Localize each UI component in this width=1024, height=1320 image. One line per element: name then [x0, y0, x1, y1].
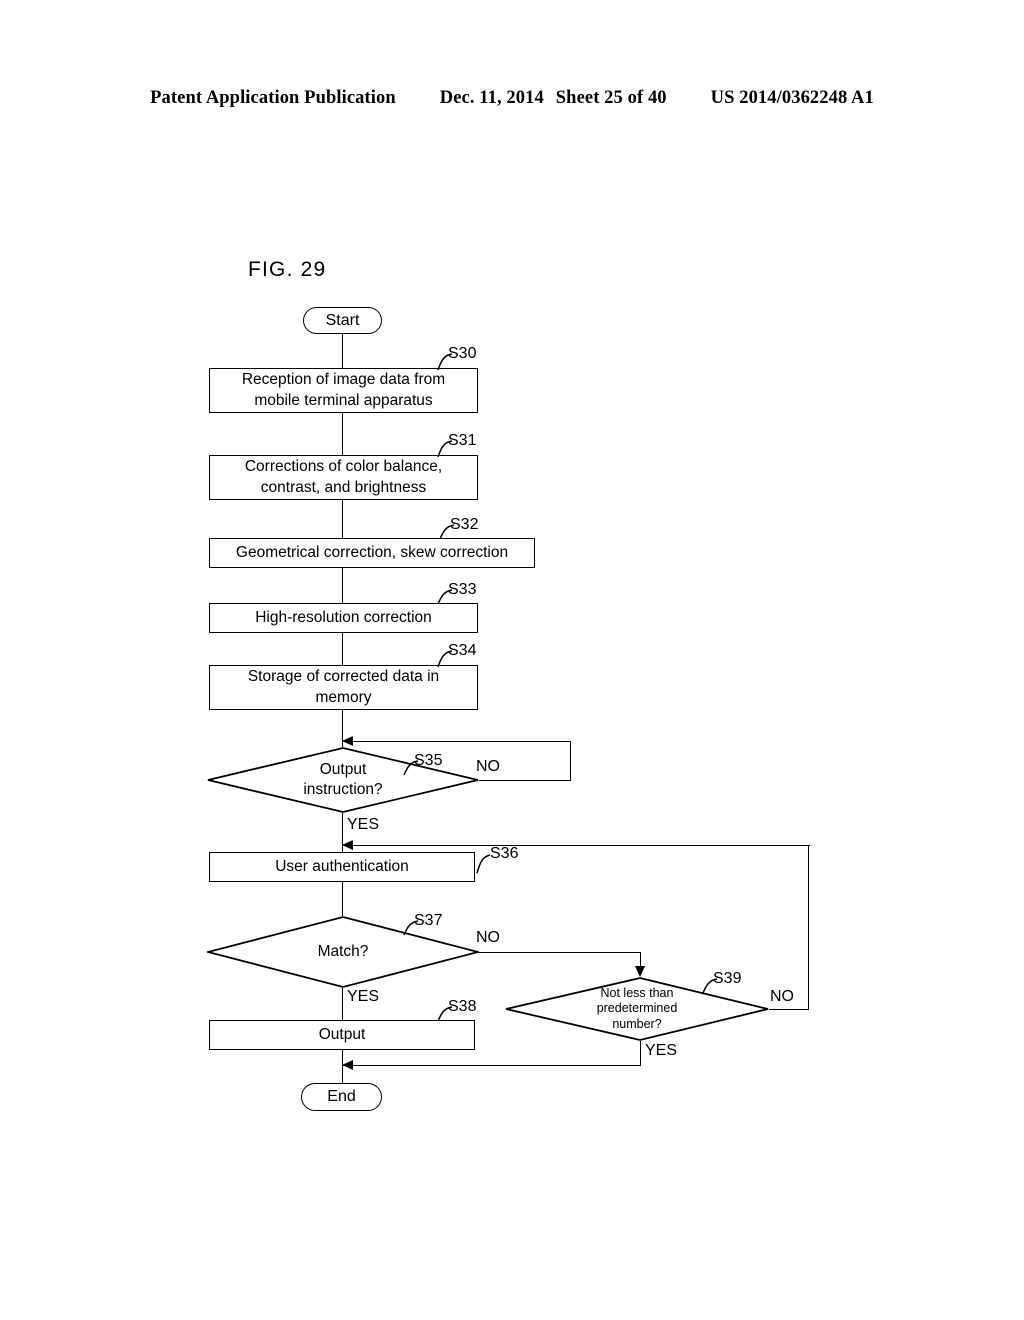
- end-node: End: [301, 1083, 382, 1111]
- leader-s36: [476, 854, 491, 874]
- process-s34-label: Storage of corrected data in memory: [247, 668, 440, 706]
- branch-label-s37-yes: YES: [347, 988, 380, 1005]
- branch-label-s35-yes: YES: [347, 816, 380, 833]
- connector-s37-yes: [342, 988, 343, 1020]
- connector-s33-to-s34: [342, 633, 343, 665]
- process-s30: Reception of image data from mobile termi…: [209, 368, 478, 413]
- process-s32-label: Geometrical correction, skew correction: [235, 543, 509, 561]
- connector-s39-no-vertical: [808, 845, 809, 1010]
- connector-merge-to-s36: [342, 845, 343, 852]
- process-s33: High-resolution correction: [209, 603, 478, 633]
- start-node-label: Start: [325, 311, 360, 329]
- leader-s31: [437, 440, 453, 458]
- process-s38: Output: [209, 1020, 475, 1050]
- flowchart-figure: FIG. 29 Start Reception of image data fr…: [0, 0, 1024, 1320]
- arrowhead-s39-yes: [342, 1060, 353, 1070]
- connector-s32-to-s33: [342, 568, 343, 603]
- connector-s37-no-vertical: [640, 952, 641, 966]
- leader-s38: [437, 1006, 453, 1022]
- process-s38-label: Output: [318, 1025, 366, 1043]
- end-node-label: End: [327, 1088, 356, 1105]
- connector-start-to-s30: [342, 334, 343, 368]
- arrowhead-s35-no-return: [342, 736, 353, 746]
- connector-s35-no-vertical: [570, 741, 571, 781]
- leader-s35: [403, 760, 419, 776]
- process-s30-label: Reception of image data from mobile termi…: [241, 371, 446, 409]
- leader-s34: [437, 650, 453, 668]
- connector-s35-no-return: [342, 741, 571, 742]
- connector-s31-to-s32: [342, 500, 343, 538]
- process-s33-label: High-resolution correction: [255, 608, 432, 626]
- process-s34: Storage of corrected data in memory: [209, 665, 478, 710]
- connector-s39-yes-horizontal: [342, 1065, 641, 1066]
- step-tag-s36: S36: [490, 845, 519, 862]
- connector-s39-no-horizontal: [769, 1009, 809, 1010]
- connector-s35-no-horizontal: [479, 780, 571, 781]
- connector-s39-yes-vertical: [640, 1041, 641, 1065]
- process-s31: Corrections of color balance, contrast, a…: [209, 455, 478, 500]
- branch-label-s39-no: NO: [770, 988, 794, 1005]
- branch-label-s37-no: NO: [476, 929, 500, 946]
- arrowhead-s37-no: [635, 966, 645, 977]
- leader-s32: [439, 524, 455, 540]
- connector-s37-no-horizontal: [479, 952, 641, 953]
- process-s36: User authentication: [209, 852, 475, 882]
- start-node: Start: [303, 307, 382, 334]
- branch-label-s35-no: NO: [476, 758, 500, 775]
- connector-s38-to-end: [342, 1050, 343, 1083]
- process-s31-label: Corrections of color balance, contrast, a…: [244, 458, 443, 496]
- branch-label-s39-yes: YES: [645, 1042, 678, 1059]
- process-s32: Geometrical correction, skew correction: [209, 538, 535, 568]
- leader-s30: [437, 353, 453, 371]
- leader-s33: [437, 589, 453, 605]
- leader-s39: [702, 978, 718, 994]
- process-s36-label: User authentication: [275, 857, 409, 875]
- connector-s39-no-return: [342, 845, 810, 846]
- connector-s36-to-s37: [342, 882, 343, 916]
- figure-label: FIG. 29: [248, 258, 327, 281]
- connector-s30-to-s31: [342, 413, 343, 455]
- leader-s37: [403, 920, 419, 936]
